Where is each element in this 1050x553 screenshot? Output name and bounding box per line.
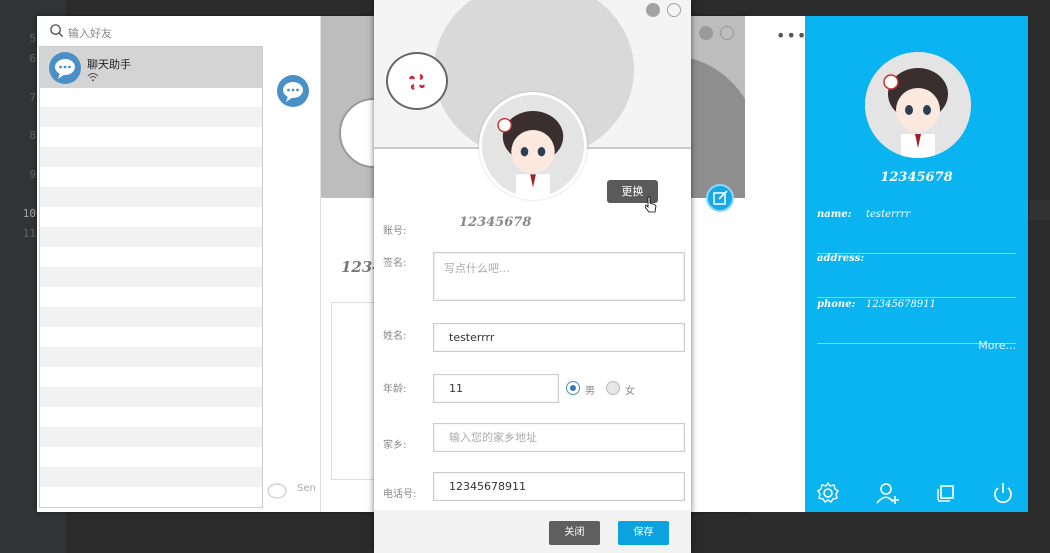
send-hint: Sen: [297, 483, 316, 494]
gender-female-radio[interactable]: [606, 381, 620, 395]
friend-search[interactable]: 输入好友: [37, 16, 320, 46]
chat-bubble-icon[interactable]: [277, 75, 309, 107]
search-icon: [50, 24, 64, 38]
account-label: 账号:: [383, 226, 407, 237]
more-link[interactable]: More...: [978, 339, 1016, 352]
name-field[interactable]: testerrrr: [433, 323, 685, 352]
age-field[interactable]: 11: [433, 374, 559, 403]
profile-phone-key: phone:: [817, 299, 856, 310]
hometown-field[interactable]: 输入您的家乡地址: [433, 423, 685, 452]
line-number: 8: [29, 129, 36, 142]
settings-icon[interactable]: [815, 480, 841, 506]
wifi-icon: [87, 73, 99, 82]
profile-name-key: name:: [817, 209, 852, 220]
minimize-button[interactable]: [699, 26, 713, 40]
edit-profile-dialog: 更换 账号: 12345678 签名: 写点什么吧... 姓名: testerr…: [374, 0, 691, 553]
age-label: 年龄:: [383, 384, 407, 395]
line-number: 11: [22, 227, 36, 240]
chat-bubble-icon: [267, 483, 287, 499]
line-number: 5: [29, 32, 36, 45]
profile-account-number: 12345678: [880, 170, 953, 185]
friend-list-item[interactable]: 聊天助手: [40, 47, 262, 88]
name-label: 姓名:: [383, 331, 407, 342]
profile-phone-row: phone: 12345678911: [817, 299, 1016, 344]
profile-phone-value: 12345678911: [866, 299, 936, 310]
profile-panel: 12345678 name: testerrrr address: phone:…: [805, 16, 1028, 512]
add-user-icon[interactable]: [875, 480, 901, 506]
profile-toolbar: [805, 478, 1028, 512]
profile-address-row: address:: [817, 253, 1016, 298]
profile-name-value: testerrrr: [866, 209, 911, 220]
close-button[interactable]: [720, 26, 734, 40]
layers-icon[interactable]: [933, 480, 959, 506]
save-button[interactable]: 保存: [618, 521, 669, 545]
friend-name: 聊天助手: [87, 58, 131, 71]
search-input[interactable]: 输入好友: [68, 25, 112, 41]
friend-list[interactable]: 聊天助手: [39, 46, 263, 508]
line-number: 6: [29, 52, 36, 65]
close-window-button[interactable]: [667, 3, 681, 17]
gender-female-label: 女: [625, 386, 635, 397]
phone-field[interactable]: 12345678911: [433, 472, 685, 501]
profile-name-row: name: testerrrr: [817, 209, 1016, 254]
right-spacer-panel: •••: [745, 16, 807, 512]
dialog-footer: 关闭 保存: [374, 510, 691, 553]
chat-bubble-icon: [49, 52, 81, 84]
close-button[interactable]: 关闭: [549, 521, 600, 545]
line-number: 9: [29, 168, 36, 181]
avatar[interactable]: [479, 92, 587, 200]
line-number: 10: [22, 207, 36, 220]
minimize-button[interactable]: [646, 3, 660, 17]
signature-placeholder: 写点什么吧...: [444, 262, 510, 275]
edit-icon[interactable]: [706, 184, 734, 212]
gender-male-label: 男: [585, 386, 595, 397]
gender-male-radio[interactable]: [566, 381, 580, 395]
power-icon[interactable]: [990, 480, 1016, 506]
profile-address-key: address:: [817, 253, 865, 264]
hometown-label: 家乡:: [383, 440, 407, 451]
current-line-highlight: [1030, 200, 1050, 220]
signature-input[interactable]: 写点什么吧...: [433, 252, 685, 301]
signature-label: 签名:: [383, 258, 407, 269]
line-number: 7: [29, 91, 36, 104]
phone-label: 电话号:: [383, 489, 417, 500]
more-options-icon[interactable]: •••: [776, 26, 807, 45]
anger-mark-icon: [408, 73, 426, 91]
profile-avatar[interactable]: [865, 52, 971, 158]
cursor-icon: [645, 196, 657, 213]
account-value: 12345678: [459, 215, 532, 230]
